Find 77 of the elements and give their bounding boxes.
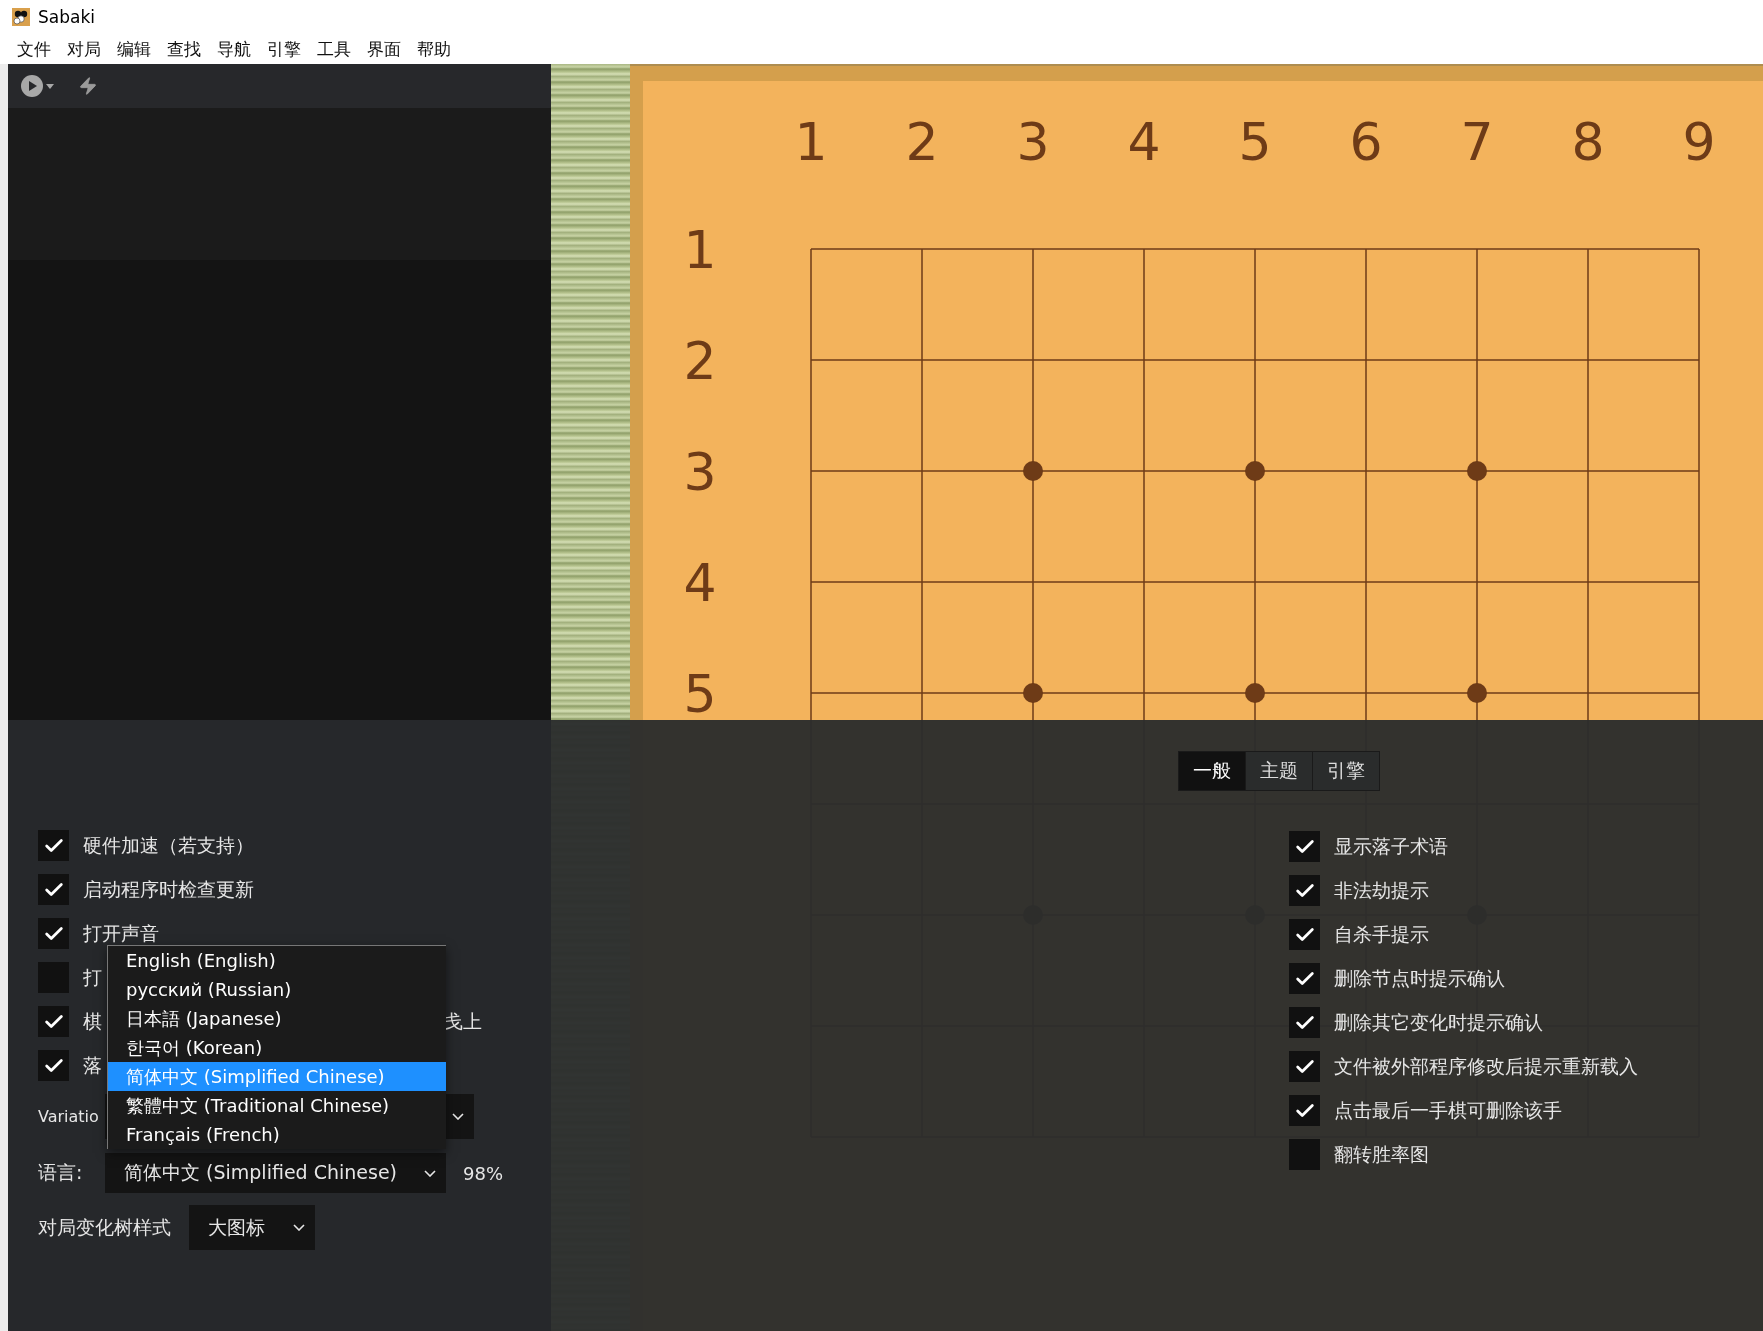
- settings-tab[interactable]: 引擎: [1313, 752, 1379, 790]
- option-label: 删除节点时提示确认: [1334, 965, 1505, 991]
- option-label: 点击最后一手棋可删除该手: [1334, 1097, 1562, 1123]
- option-label: 棋: [83, 1008, 102, 1034]
- menu-item[interactable]: 引擎: [267, 37, 301, 61]
- coordinate-label: 4: [683, 553, 717, 613]
- coordinate-label: 7: [1460, 112, 1494, 172]
- window-title: Sabaki: [38, 7, 95, 27]
- coordinate-label: 2: [683, 331, 717, 391]
- option-label: 硬件加速（若支持）: [83, 832, 254, 858]
- dropdown-option[interactable]: English (English): [108, 946, 446, 975]
- checkbox[interactable]: [38, 830, 69, 861]
- coordinate-label: 3: [1016, 112, 1050, 172]
- option-label: 打开声音: [83, 920, 159, 946]
- menu-item[interactable]: 编辑: [117, 37, 151, 61]
- translation-percent: 98%: [463, 1162, 503, 1184]
- option-label: 翻转胜率图: [1334, 1141, 1429, 1167]
- checkbox[interactable]: [1289, 919, 1320, 950]
- settings-tab[interactable]: 主题: [1246, 752, 1313, 790]
- language-label: 语言:: [38, 1160, 84, 1185]
- checkbox[interactable]: [38, 874, 69, 905]
- option-label: 打: [83, 964, 102, 990]
- chevron-icon: [293, 1224, 305, 1231]
- menu-item[interactable]: 查找: [167, 37, 201, 61]
- dropdown-option[interactable]: 日本語 (Japanese): [108, 1004, 446, 1033]
- checkbox[interactable]: [1289, 875, 1320, 906]
- option-label: 启动程序时检查更新: [83, 876, 254, 902]
- dropdown-option[interactable]: русский (Russian): [108, 975, 446, 1004]
- variation-label: Variatio: [38, 1107, 100, 1126]
- option-label: 文件被外部程序修改后提示重新载入: [1334, 1053, 1638, 1079]
- app-logo-icon: [12, 8, 30, 26]
- option-label: 落: [83, 1052, 102, 1078]
- tree-style-label: 对局变化树样式: [38, 1214, 171, 1240]
- coordinate-label: 4: [1127, 112, 1161, 172]
- checkbox[interactable]: [1289, 1139, 1320, 1170]
- language-select[interactable]: 简体中文 (Simplified Chinese): [105, 1153, 446, 1193]
- checkbox[interactable]: [38, 918, 69, 949]
- checkbox[interactable]: [1289, 1095, 1320, 1126]
- dropdown-option[interactable]: 繁體中文 (Traditional Chinese): [108, 1091, 446, 1120]
- chevron-icon: [424, 1169, 436, 1177]
- play-menu-button[interactable]: [21, 75, 54, 97]
- menu-item[interactable]: 导航: [217, 37, 251, 61]
- caret-icon: [46, 83, 54, 89]
- option-label: 自杀手提示: [1334, 921, 1429, 947]
- checkbox[interactable]: [1289, 1007, 1320, 1038]
- chevron-icon: [452, 1113, 464, 1120]
- menu-item[interactable]: 文件: [17, 37, 51, 61]
- option-label: 删除其它变化时提示确认: [1334, 1009, 1543, 1035]
- checkbox[interactable]: [38, 1050, 69, 1081]
- play-icon: [21, 75, 43, 97]
- menu-item[interactable]: 对局: [67, 37, 101, 61]
- dropdown-option[interactable]: 한국어 (Korean): [108, 1033, 446, 1062]
- checkbox[interactable]: [38, 962, 69, 993]
- dropdown-option[interactable]: Français (French): [108, 1120, 446, 1149]
- coordinate-label: 3: [683, 442, 717, 502]
- option-label: 显示落子术语: [1334, 833, 1448, 859]
- checkbox[interactable]: [1289, 963, 1320, 994]
- coordinate-label: 5: [683, 664, 717, 724]
- coordinate-label: 1: [683, 220, 717, 280]
- lightning-icon: [78, 76, 98, 96]
- coordinate-label: 1: [794, 112, 828, 172]
- menu-item[interactable]: 帮助: [417, 37, 451, 61]
- lightning-button[interactable]: [78, 76, 98, 96]
- menu-item[interactable]: 工具: [317, 37, 351, 61]
- coordinate-label: 5: [1238, 112, 1272, 172]
- checkbox[interactable]: [38, 1006, 69, 1037]
- coordinate-label: 2: [905, 112, 939, 172]
- coordinate-label: 9: [1682, 112, 1716, 172]
- coordinate-label: 8: [1571, 112, 1605, 172]
- checkbox[interactable]: [1289, 1051, 1320, 1082]
- settings-tab[interactable]: 一般: [1179, 752, 1246, 790]
- menu-item[interactable]: 界面: [367, 37, 401, 61]
- option-label: 非法劫提示: [1334, 877, 1429, 903]
- coordinate-label: 6: [1349, 112, 1383, 172]
- checkbox[interactable]: [1289, 831, 1320, 862]
- tree-style-select[interactable]: 大图标: [189, 1205, 315, 1250]
- option-label: 戋上: [444, 1008, 482, 1034]
